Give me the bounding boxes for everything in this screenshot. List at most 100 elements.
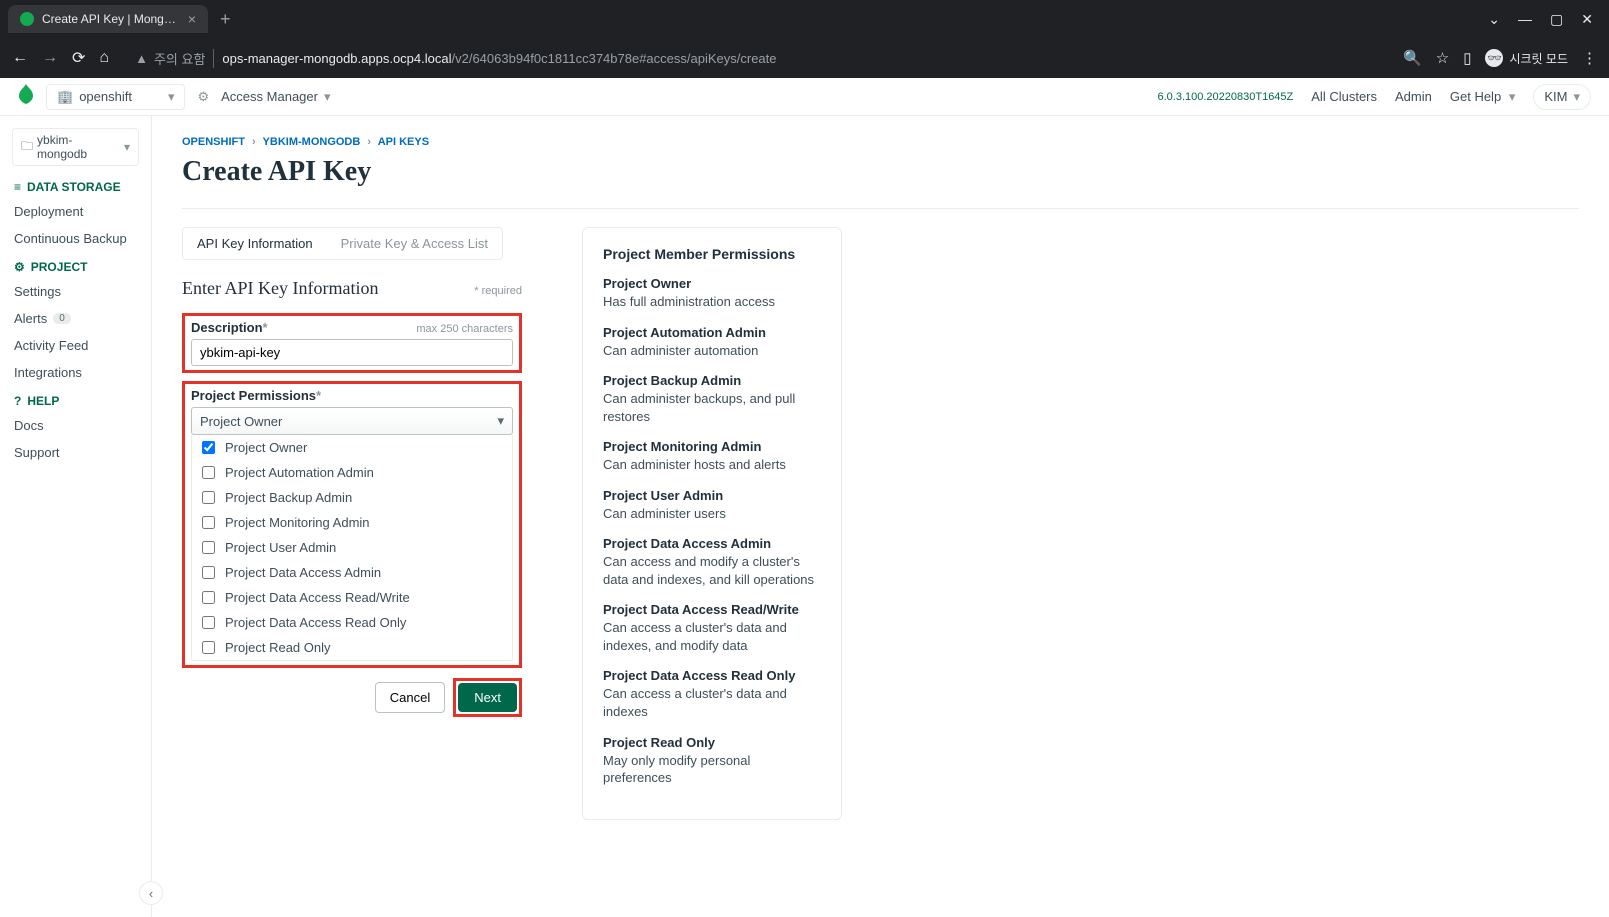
mongodb-leaf-icon[interactable]	[18, 84, 34, 110]
access-manager-menu[interactable]: Access Manager ▾	[221, 89, 330, 105]
project-name: ybkim-mongodb	[37, 133, 120, 161]
user-menu[interactable]: KIM ▾	[1533, 84, 1591, 110]
permission-option[interactable]: Project Owner	[192, 435, 512, 460]
alerts-badge: 0	[53, 313, 71, 324]
required-hint: * required	[474, 285, 522, 297]
permission-checkbox[interactable]	[202, 441, 215, 454]
back-icon[interactable]: ←	[12, 49, 28, 67]
panel-title: Project Member Permissions	[603, 246, 821, 262]
incognito-icon: 👓	[1485, 49, 1503, 67]
cancel-button[interactable]: Cancel	[375, 682, 445, 713]
maximize-icon[interactable]: ▢	[1550, 11, 1563, 28]
url-host: ops-manager-mongodb.apps.ocp4.local	[222, 51, 451, 66]
permission-def-title: Project Data Access Admin	[603, 536, 821, 551]
star-icon[interactable]: ☆	[1436, 49, 1449, 67]
tab-api-key-info[interactable]: API Key Information	[183, 228, 327, 259]
permission-option[interactable]: Project User Admin	[192, 535, 512, 560]
permission-option[interactable]: Project Monitoring Admin	[192, 510, 512, 535]
home-icon[interactable]: ⌂	[99, 49, 109, 67]
sidebar-item-support[interactable]: Support	[0, 439, 151, 466]
reload-icon[interactable]: ⟳	[72, 48, 85, 68]
breadcrumb-project[interactable]: YBKIM-MONGODB	[263, 136, 361, 148]
permission-def-title: Project User Admin	[603, 488, 821, 503]
permission-def-desc: Can access a cluster's data and indexes	[603, 685, 821, 720]
forward-icon[interactable]: →	[42, 49, 58, 67]
sidebar-item-continuous-backup[interactable]: Continuous Backup	[0, 225, 151, 252]
main-content: OPENSHIFT › YBKIM-MONGODB › API KEYS Cre…	[152, 116, 1609, 917]
next-button[interactable]: Next	[458, 683, 517, 712]
permission-checkbox[interactable]	[202, 541, 215, 554]
permission-checkbox[interactable]	[202, 641, 215, 654]
permission-def-desc: Can administer users	[603, 505, 821, 523]
permission-label: Project Data Access Read/Write	[225, 590, 410, 605]
org-selector[interactable]: 🏢 openshift ▾	[46, 84, 185, 110]
browser-chrome: Create API Key | MongoDB Ops × + ⌄ — ▢ ✕…	[0, 0, 1609, 78]
org-name: openshift	[79, 89, 132, 104]
permissions-dropdown[interactable]: Project Owner ▾	[191, 407, 513, 435]
permission-checkbox[interactable]	[202, 516, 215, 529]
tab-private-key-access-list[interactable]: Private Key & Access List	[327, 228, 502, 259]
sidebar-item-docs[interactable]: Docs	[0, 412, 151, 439]
permission-def-desc: May only modify personal preferences	[603, 752, 821, 787]
permission-def-title: Project Read Only	[603, 735, 821, 750]
gear-icon[interactable]: ⚙	[197, 89, 209, 105]
permission-option[interactable]: Project Data Access Read/Write	[192, 585, 512, 610]
collapse-sidebar-button[interactable]: ‹	[139, 881, 163, 905]
permission-option[interactable]: Project Backup Admin	[192, 485, 512, 510]
permissions-label: Project Permissions*	[191, 388, 321, 403]
permission-option[interactable]: Project Data Access Read Only	[192, 610, 512, 635]
access-manager-label: Access Manager	[221, 89, 318, 104]
permission-definition: Project Data Access Read OnlyCan access …	[603, 668, 821, 720]
new-tab-button[interactable]: +	[220, 9, 231, 30]
search-icon[interactable]: 🔍	[1403, 49, 1422, 67]
project-selector[interactable]: 🗀 ybkim-mongodb ▾	[12, 128, 139, 166]
description-highlight: Description* max 250 characters	[182, 313, 522, 373]
minimize-icon[interactable]: —	[1518, 11, 1532, 28]
admin-link[interactable]: Admin	[1395, 89, 1432, 104]
permission-def-desc: Can administer backups, and pull restore…	[603, 390, 821, 425]
permission-label: Project Data Access Read Only	[225, 615, 406, 630]
chevron-down-icon: ▾	[124, 140, 130, 154]
permission-option[interactable]: Project Data Access Admin	[192, 560, 512, 585]
sidebar-item-integrations[interactable]: Integrations	[0, 359, 151, 386]
breadcrumb-section[interactable]: API KEYS	[378, 136, 429, 148]
user-name: KIM	[1544, 89, 1567, 104]
permission-definition: Project Automation AdminCan administer a…	[603, 325, 821, 360]
section-title: Enter API Key Information	[182, 278, 378, 299]
sidebar-item-alerts[interactable]: Alerts 0	[0, 305, 151, 332]
permission-checkbox[interactable]	[202, 491, 215, 504]
browser-tab[interactable]: Create API Key | MongoDB Ops ×	[8, 5, 208, 33]
page-title: Create API Key	[182, 156, 1579, 188]
all-clusters-link[interactable]: All Clusters	[1311, 89, 1377, 104]
wizard-tabs: API Key Information Private Key & Access…	[182, 227, 503, 260]
permission-checkbox[interactable]	[202, 466, 215, 479]
mongodb-favicon-icon	[20, 12, 34, 26]
get-help-menu[interactable]: Get Help ▾	[1450, 89, 1515, 105]
permission-checkbox[interactable]	[202, 591, 215, 604]
panel-icon[interactable]: ▯	[1463, 49, 1471, 67]
permission-checkbox[interactable]	[202, 616, 215, 629]
url-bar[interactable]: ▲ 주의 요함 ops-manager-mongodb.apps.ocp4.lo…	[121, 45, 1391, 72]
close-window-icon[interactable]: ✕	[1581, 11, 1593, 28]
sidebar-item-deployment[interactable]: Deployment	[0, 198, 151, 225]
permission-label: Project Read Only	[225, 640, 331, 655]
permission-definition: Project Data Access Read/WriteCan access…	[603, 602, 821, 654]
sidebar-section-help: ? HELP	[0, 390, 151, 412]
description-input[interactable]	[191, 339, 513, 366]
permission-option[interactable]: Project Automation Admin	[192, 460, 512, 485]
close-tab-icon[interactable]: ×	[188, 11, 196, 27]
chevron-down-icon[interactable]: ⌄	[1488, 11, 1500, 28]
database-icon: ≡	[14, 180, 21, 194]
permission-definition: Project Data Access AdminCan access and …	[603, 536, 821, 588]
permission-def-title: Project Owner	[603, 276, 821, 291]
kebab-menu-icon[interactable]: ⋮	[1582, 49, 1597, 67]
permission-option[interactable]: Project Read Only	[192, 635, 512, 660]
sidebar-item-activity-feed[interactable]: Activity Feed	[0, 332, 151, 359]
permissions-highlight: Project Permissions* Project Owner ▾ Pro…	[182, 381, 522, 668]
sidebar-item-settings[interactable]: Settings	[0, 278, 151, 305]
permission-checkbox[interactable]	[202, 566, 215, 579]
description-hint: max 250 characters	[416, 323, 513, 335]
permissions-info-panel: Project Member Permissions Project Owner…	[582, 227, 842, 820]
gear-icon: ⚙	[14, 260, 25, 274]
breadcrumb-org[interactable]: OPENSHIFT	[182, 136, 245, 148]
